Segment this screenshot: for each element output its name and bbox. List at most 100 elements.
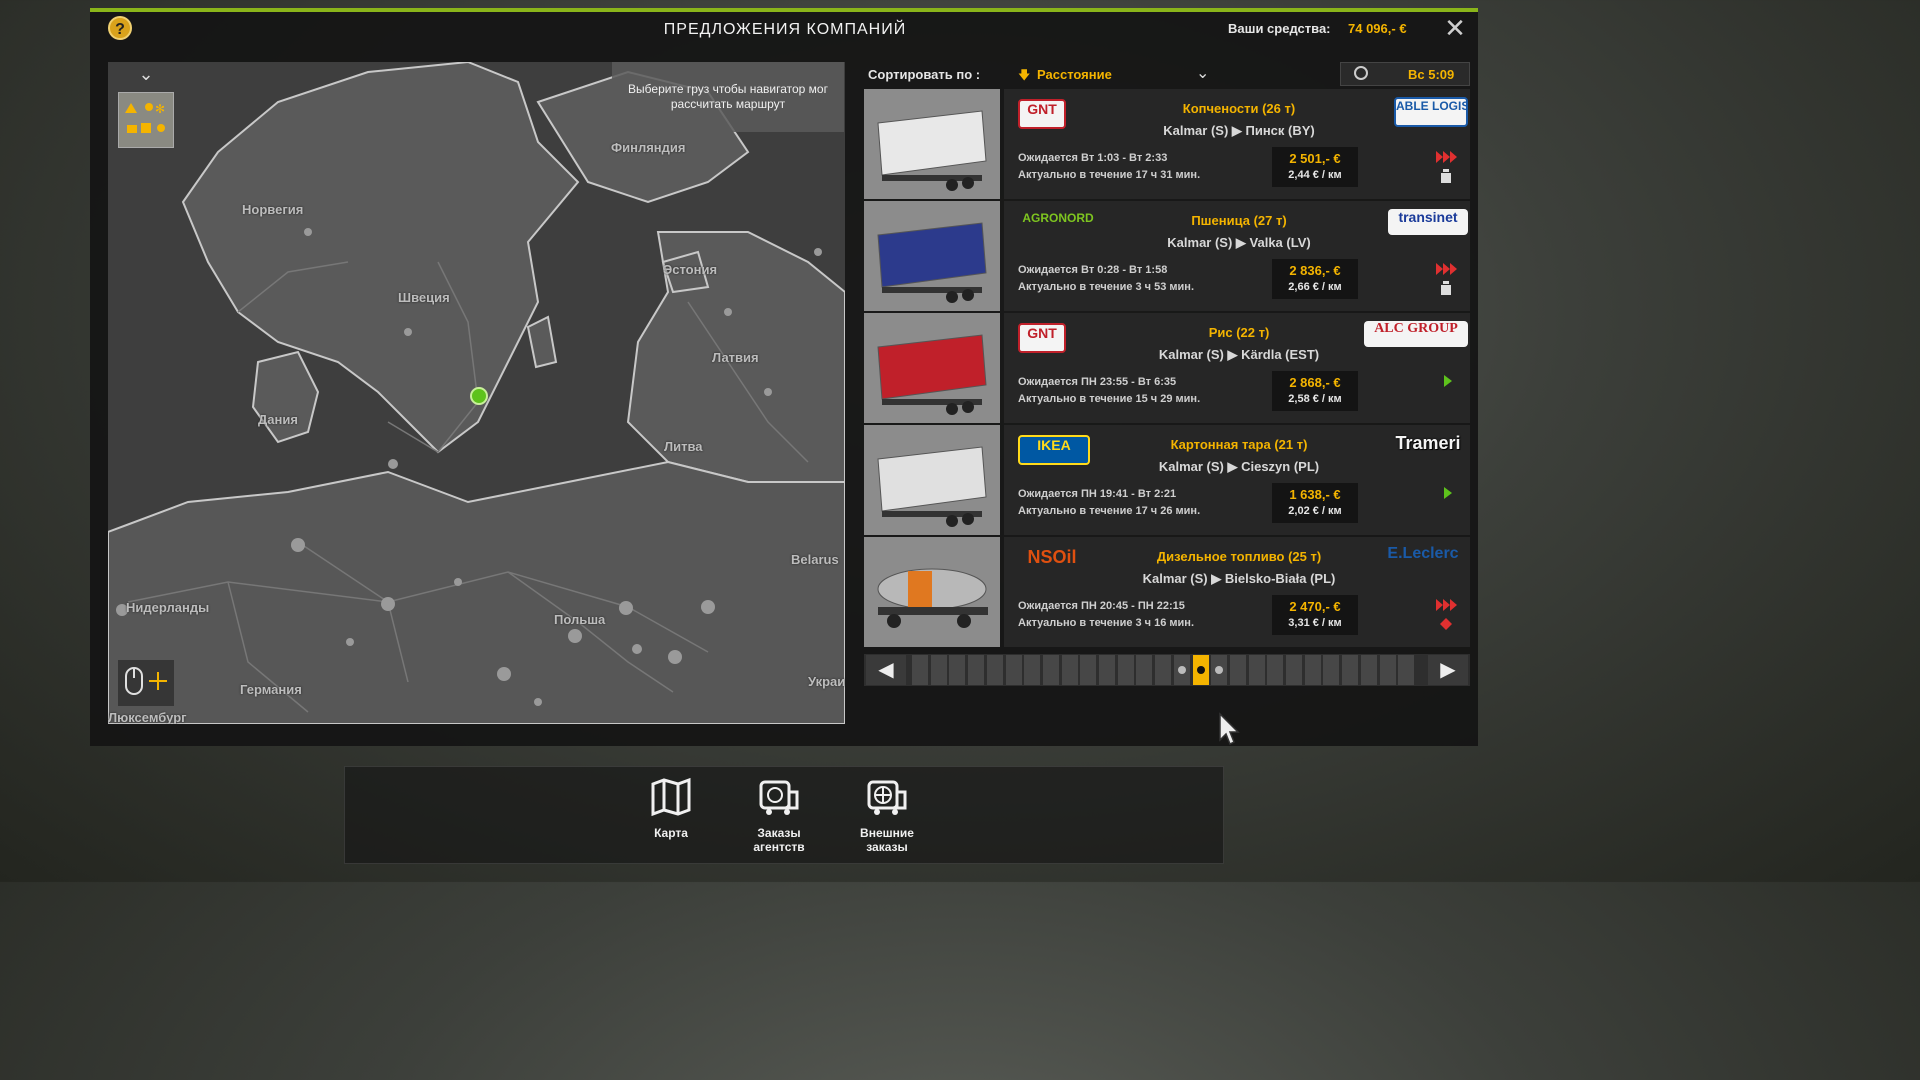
normal-delivery-icon	[1434, 373, 1460, 389]
expected-time: Ожидается ПН 20:45 - ПН 22:15	[1018, 600, 1185, 612]
page-indicator[interactable]	[1267, 655, 1284, 685]
page-indicator[interactable]	[1024, 655, 1041, 685]
route-map[interactable]: Норвегия Финляндия Швеция Эстония Латвия…	[108, 62, 845, 724]
cargo-filter-button[interactable]: ✻	[118, 92, 174, 148]
job-offer-card[interactable]: AGRONORD Пшеница (27 т) Kalmar (S) ▶ Valka…	[864, 201, 1470, 311]
clock-icon	[1354, 66, 1368, 80]
page-indicator[interactable]	[986, 655, 1003, 685]
page-indicator[interactable]	[1398, 655, 1415, 685]
trailer-image	[864, 89, 1000, 199]
page-indicator[interactable]	[1155, 655, 1172, 685]
question-icon[interactable]: ?	[108, 16, 132, 40]
page-indicator[interactable]	[1042, 655, 1059, 685]
page-indicator[interactable]	[968, 655, 985, 685]
prev-page-button[interactable]: ◀	[866, 655, 906, 685]
map-label-netherlands: Нидерланды	[126, 600, 210, 615]
sort-down-arrow-icon: 🡇	[1018, 68, 1031, 82]
page-indicator[interactable]	[1117, 655, 1134, 685]
map-label-lithuania: Литва	[664, 439, 703, 454]
price-box: 2 470,- € 3,31 € / км	[1272, 595, 1358, 635]
job-offer-card[interactable]: IKEA Картонная тара (21 т) Kalmar (S) ▶ Ci…	[864, 425, 1470, 535]
offer-validity: Актуально в течение 17 ч 26 мин.	[1018, 505, 1201, 517]
page-indicator[interactable]	[1379, 655, 1396, 685]
price-per-km: 2,58 € / км	[1288, 393, 1342, 405]
page-indicator[interactable]	[1342, 655, 1359, 685]
page-indicator[interactable]	[1286, 655, 1302, 685]
page-indicator[interactable]	[1136, 655, 1153, 685]
page-title: ПРЕДЛОЖЕНИЯ КОМПАНИЙ	[663, 21, 907, 38]
sender-company-logo: IKEA	[1018, 435, 1114, 465]
company-logo-text: Trameri	[1395, 433, 1461, 453]
offer-validity: Актуально в течение 3 ч 16 мин.	[1018, 617, 1195, 629]
company-logo-text: GNT	[1018, 323, 1066, 353]
company-logo-text: NSOil	[1027, 547, 1077, 567]
page-indicator[interactable]	[1080, 655, 1097, 685]
job-offer-card[interactable]: GNT Копчености (26 т) Kalmar (S) ▶ Пинск (…	[864, 89, 1470, 199]
page-indicator[interactable]	[1323, 655, 1340, 685]
company-logo-text: IKEA	[1018, 435, 1090, 465]
tab-external-orders-label: Внешние заказы	[860, 826, 914, 854]
company-logo-text: E.Leclerc	[1387, 545, 1459, 562]
page-indicator[interactable]	[1304, 655, 1321, 685]
page-indicator[interactable]	[949, 655, 966, 685]
page-indicator[interactable]	[1192, 655, 1209, 685]
map-label-luxembourg: Люксембург	[108, 710, 187, 724]
page-indicator[interactable]	[1248, 655, 1265, 685]
company-logo-text: ALC GROUP	[1364, 321, 1468, 347]
page-indicator[interactable]	[1360, 655, 1377, 685]
price-box: 1 638,- € 2,02 € / км	[1272, 483, 1358, 523]
route-text: Kalmar (S) ▶ Kärdla (EST)	[1158, 347, 1320, 362]
job-offer-card[interactable]: NSOil Дизельное топливо (25 т) Kalmar (S) …	[864, 537, 1470, 647]
page-indicator[interactable]	[1211, 655, 1228, 685]
page-indicator[interactable]	[1173, 655, 1190, 685]
tab-map-label: Карта	[654, 826, 688, 840]
route-text: Kalmar (S) ▶ Bielsko-Biała (PL)	[1142, 571, 1336, 586]
trailer-image	[864, 537, 1000, 647]
offer-validity: Актуально в течение 17 ч 31 мин.	[1018, 169, 1201, 181]
urgent-delivery-icon	[1434, 149, 1460, 165]
job-price: 2 470,- €	[1289, 599, 1341, 614]
normal-delivery-icon	[1434, 485, 1460, 501]
company-logo-text: transinet	[1388, 209, 1468, 235]
sort-label: Сортировать по :	[868, 67, 981, 82]
offer-validity: Актуально в течение 15 ч 29 мин.	[1018, 393, 1201, 405]
expected-time: Ожидается Вт 1:03 - Вт 2:33	[1018, 152, 1168, 164]
price-box: 2 868,- € 2,58 € / км	[1272, 371, 1358, 411]
page-indicator[interactable]	[1005, 655, 1022, 685]
page-indicator[interactable]	[1061, 655, 1078, 685]
map-controls[interactable]	[118, 660, 174, 706]
page-indicator[interactable]	[930, 655, 947, 685]
agency-orders-icon	[759, 780, 799, 815]
map-land-icon	[108, 62, 845, 724]
job-offer-info: GNT Копчености (26 т) Kalmar (S) ▶ Пинск (…	[1004, 89, 1470, 199]
cargo-filter-icon: ✻	[125, 102, 165, 133]
tab-map[interactable]: Карта	[626, 776, 716, 840]
external-orders-icon	[867, 780, 907, 815]
tab-external-orders[interactable]: Внешние заказы	[842, 776, 932, 854]
page-indicator[interactable]	[1229, 655, 1246, 685]
map-label-norway: Норвегия	[242, 202, 304, 217]
chevron-down-icon[interactable]: ⌄	[132, 64, 160, 86]
company-logo-text: ABLE LOGISTICS	[1394, 97, 1468, 127]
job-offer-info: GNT Рис (22 т) Kalmar (S) ▶ Kärdla (EST) AL…	[1004, 313, 1470, 423]
chevron-down-icon[interactable]: ⌄	[1196, 63, 1209, 83]
job-price: 2 868,- €	[1289, 375, 1341, 390]
receiver-company-logo: ABLE LOGISTICS	[1364, 97, 1468, 127]
trailer-image	[864, 425, 1000, 535]
tab-agency-orders[interactable]: Заказы агентств	[734, 776, 824, 854]
close-icon[interactable]: ✕	[1442, 15, 1468, 41]
price-per-km: 2,66 € / км	[1288, 281, 1342, 293]
job-offer-card[interactable]: GNT Рис (22 т) Kalmar (S) ▶ Kärdla (EST) AL…	[864, 313, 1470, 423]
job-price: 2 836,- €	[1289, 263, 1341, 278]
map-label-belarus: Belarus	[791, 552, 839, 567]
page-indicator[interactable]	[1099, 655, 1115, 685]
map-label-finland: Финляндия	[611, 140, 686, 155]
price-box: 2 836,- € 2,66 € / км	[1272, 259, 1358, 299]
page-indicator[interactable]	[912, 655, 928, 685]
receiver-company-logo: Trameri	[1364, 433, 1468, 463]
urgent-delivery-icon	[1434, 597, 1460, 613]
next-page-button[interactable]: ▶	[1428, 655, 1468, 685]
mouse-move-icon	[125, 667, 167, 695]
map-label-latvia: Латвия	[712, 350, 759, 365]
map-label-germany: Германия	[240, 682, 302, 697]
